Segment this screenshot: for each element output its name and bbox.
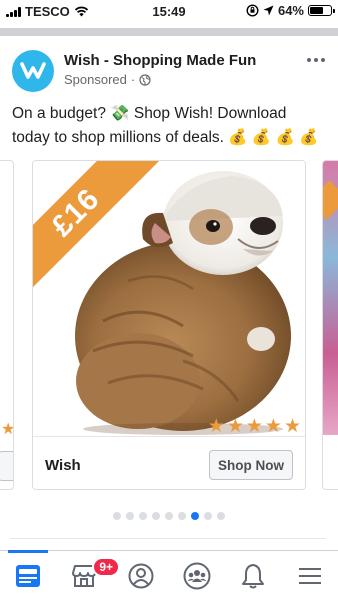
bottom-nav: 9+ bbox=[0, 550, 338, 600]
carousel-card-main[interactable]: £16 ★ ★ ★ ★ ★ Wish Shop Now bbox=[32, 160, 306, 490]
tab-menu[interactable] bbox=[282, 551, 338, 600]
wish-logo-icon bbox=[20, 62, 46, 79]
location-icon bbox=[263, 5, 274, 16]
pagination-dot bbox=[139, 512, 147, 520]
carousel-card-next[interactable] bbox=[322, 160, 338, 490]
star-icon: ★ bbox=[1, 421, 14, 438]
card-title: Wish bbox=[45, 457, 81, 474]
star-icon: ★ bbox=[226, 416, 244, 435]
pagination-dot bbox=[204, 512, 212, 520]
post-text: On a budget? 💸 Shop Wish! Download today… bbox=[12, 105, 319, 146]
tab-groups[interactable] bbox=[169, 551, 225, 600]
separator-dot: · bbox=[130, 72, 136, 87]
tab-profile[interactable] bbox=[113, 551, 169, 600]
pagination-dot bbox=[152, 512, 160, 520]
carousel-card-previous[interactable]: ★ bbox=[0, 160, 14, 490]
shop-now-button[interactable]: Shop Now bbox=[209, 450, 293, 480]
more-options-button[interactable] bbox=[304, 50, 328, 70]
more-dot bbox=[321, 58, 325, 62]
sponsored-line: Sponsored · bbox=[64, 72, 151, 87]
page-name[interactable]: Wish - Shopping Made Fun bbox=[64, 52, 256, 69]
pagination-dot-active bbox=[191, 512, 199, 520]
sponsored-label[interactable]: Sponsored bbox=[64, 72, 127, 87]
post-header: Wish - Shopping Made Fun Sponsored · bbox=[0, 44, 338, 100]
card-footer: Wish Shop Now bbox=[33, 436, 305, 489]
tab-news-feed[interactable] bbox=[0, 550, 56, 600]
pagination-dot bbox=[217, 512, 225, 520]
news-feed-icon bbox=[16, 564, 41, 587]
star-icon: ★ bbox=[245, 416, 263, 435]
more-dot bbox=[307, 58, 311, 62]
tab-marketplace[interactable]: 9+ bbox=[56, 551, 121, 600]
pagination-dot bbox=[165, 512, 173, 520]
status-bar: TESCO 15:49 64% bbox=[0, 0, 338, 22]
product-image[interactable]: £16 ★ ★ ★ ★ ★ bbox=[33, 161, 305, 435]
ad-carousel[interactable]: ★ £16 ★ ★ ★ ★ ★ Wish Shop Now bbox=[0, 158, 338, 494]
pagination-dot bbox=[126, 512, 134, 520]
battery-icon bbox=[308, 5, 335, 16]
bell-icon bbox=[242, 563, 265, 588]
star-icon: ★ bbox=[264, 416, 282, 435]
pagination-dot bbox=[178, 512, 186, 520]
battery-percent: 64% bbox=[277, 3, 304, 18]
star-icon: ★ bbox=[207, 416, 225, 435]
status-right: 64% bbox=[246, 3, 335, 18]
globe-icon bbox=[139, 73, 151, 86]
orientation-lock-icon bbox=[246, 4, 259, 17]
page-avatar[interactable] bbox=[12, 50, 54, 92]
tab-notifications[interactable] bbox=[225, 551, 281, 600]
profile-icon bbox=[128, 563, 154, 588]
star-icon: ★ bbox=[283, 416, 301, 435]
post-footer-divider bbox=[10, 538, 326, 539]
feed-divider bbox=[0, 28, 338, 36]
groups-icon bbox=[183, 562, 211, 589]
carousel-pagination bbox=[0, 512, 338, 520]
pagination-dot bbox=[113, 512, 121, 520]
star-rating: ★ ★ ★ ★ ★ bbox=[208, 417, 301, 435]
shop-now-button-fragment[interactable] bbox=[0, 451, 13, 481]
menu-icon bbox=[298, 567, 321, 584]
more-dot bbox=[314, 58, 318, 62]
